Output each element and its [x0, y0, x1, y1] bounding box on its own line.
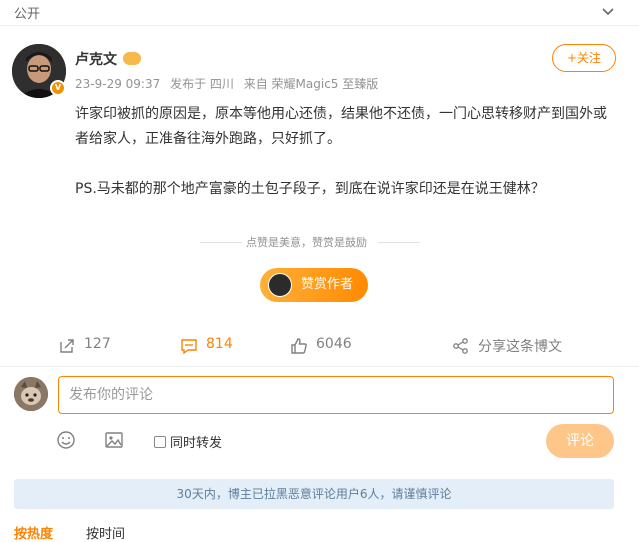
tab-sort-hot[interactable]: 按热度	[14, 523, 53, 542]
submit-comment-button[interactable]: 评论	[546, 424, 614, 458]
comment-icon	[181, 339, 197, 355]
repost-label: 同时转发	[170, 436, 223, 451]
emoji-icon[interactable]	[56, 430, 76, 450]
post-date[interactable]: 23-9-29 09:37	[75, 77, 160, 91]
reward-button-label: 赞赏作者	[301, 277, 354, 292]
post-paragraph: PS.马未都的那个地产富豪的土包子段子，到底在说许家印还是在说王健林？	[75, 181, 545, 197]
tab-sort-time[interactable]: 按时间	[86, 523, 125, 542]
divider-line	[200, 242, 242, 243]
reward-author-button[interactable]: 赞赏作者	[260, 268, 368, 302]
post-body: 许家印被抓的原因是，原本等他用心还债，结果他不还债，一门心思转移财产到国外或者给…	[75, 102, 620, 202]
reward-tagline-row: 点赞是美意，赞赏是鼓励	[0, 234, 639, 250]
reward-tagline: 点赞是美意，赞赏是鼓励	[246, 236, 367, 249]
comment-input[interactable]	[58, 376, 614, 414]
reward-avatar	[268, 273, 292, 297]
follow-button[interactable]: +关注	[552, 44, 616, 72]
like-count: 6046	[316, 336, 352, 352]
chevron-down-icon[interactable]	[601, 4, 615, 18]
thumbs-up-icon	[291, 338, 307, 354]
current-user-avatar[interactable]	[14, 377, 48, 411]
image-icon[interactable]	[104, 430, 124, 450]
post-location: 发布于 四川	[170, 77, 234, 91]
forward-count: 127	[84, 336, 111, 352]
post-device: 来自 荣耀Magic5 至臻版	[243, 77, 379, 91]
divider-line	[378, 242, 420, 243]
repost-checkbox[interactable]: 同时转发	[154, 432, 222, 451]
verified-badge-icon: V	[50, 80, 66, 96]
checkbox-icon[interactable]	[154, 436, 166, 448]
visibility-bar: 公开	[0, 0, 639, 26]
visibility-label: 公开	[14, 7, 41, 22]
comment-count: 814	[206, 336, 233, 352]
forward-icon	[60, 339, 74, 353]
section-divider	[0, 366, 639, 367]
share-icon	[453, 338, 468, 354]
action-bar: 127 814 6046 分享这条博文	[0, 328, 639, 362]
post-meta: 23-9-29 09:37 发布于 四川 来自 荣耀Magic5 至臻版	[75, 75, 384, 92]
share-label: 分享这条博文	[478, 339, 562, 355]
author-name[interactable]: 卢克文	[75, 49, 117, 69]
post-paragraph: 许家印被抓的原因是，原本等他用心还债，结果他不还债，一门心思转移财产到国外或者给…	[75, 106, 607, 147]
level-badge-icon[interactable]	[123, 52, 141, 65]
comment-notice: 30天内，博主已拉黑恶意评论用户6人，请谨慎评论	[14, 479, 614, 509]
